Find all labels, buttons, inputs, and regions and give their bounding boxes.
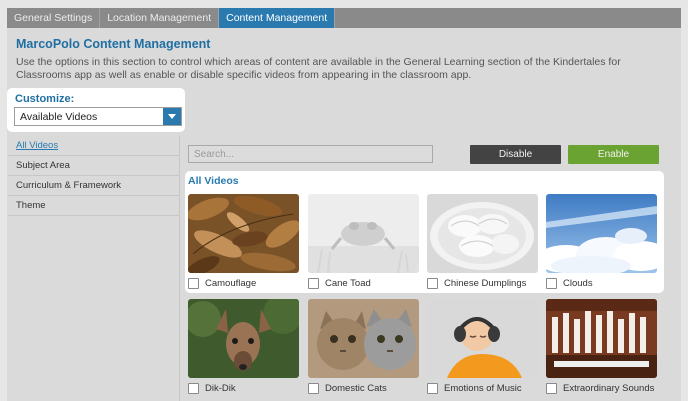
sidebar: All Videos Subject Area Curriculum & Fra… <box>8 136 180 401</box>
tab-bar: General Settings Location Management Con… <box>7 8 681 28</box>
tab-general-settings[interactable]: General Settings <box>7 8 101 28</box>
video-card-clouds[interactable]: Clouds <box>546 194 657 290</box>
camouflage-leaves-image[interactable] <box>188 194 299 273</box>
tab-content-management[interactable]: Content Management <box>219 8 336 28</box>
video-card-dik-dik[interactable]: Dik-Dik <box>188 299 299 395</box>
customize-label: Customize: <box>15 93 75 105</box>
video-card-domestic-cats[interactable]: Domestic Cats <box>308 299 419 395</box>
video-checkbox[interactable] <box>427 278 438 289</box>
tab-location-management[interactable]: Location Management <box>100 8 220 28</box>
enable-button[interactable]: Enable <box>568 145 659 164</box>
page-title: MarcoPolo Content Management <box>16 37 211 51</box>
video-title: Domestic Cats <box>325 383 387 394</box>
video-area: Disable Enable All Videos Camouflage <box>180 136 681 401</box>
video-card-extraordinary-sounds[interactable]: Extraordinary Sounds <box>546 299 657 395</box>
video-checkbox[interactable] <box>427 383 438 394</box>
video-title: Camouflage <box>205 278 257 289</box>
video-card-chinese-dumplings[interactable]: Chinese Dumplings <box>427 194 538 290</box>
video-checkbox[interactable] <box>546 383 557 394</box>
video-title: Chinese Dumplings <box>444 278 527 289</box>
video-card-camouflage[interactable]: Camouflage <box>188 194 299 290</box>
chevron-down-icon[interactable] <box>163 108 181 125</box>
cane-toad-image[interactable] <box>308 194 419 273</box>
section-title: All Videos <box>188 175 239 187</box>
video-card-emotions-of-music[interactable]: Emotions of Music <box>427 299 538 395</box>
sidebar-item-all-videos[interactable]: All Videos <box>8 136 179 156</box>
clouds-sky-image[interactable] <box>546 194 657 273</box>
domestic-cats-image[interactable] <box>308 299 419 378</box>
sidebar-item-theme[interactable]: Theme <box>8 196 179 216</box>
page-description: Use the options in this section to contr… <box>16 56 621 81</box>
pipe-organ-image[interactable] <box>546 299 657 378</box>
video-title: Extraordinary Sounds <box>563 383 655 394</box>
customize-box: Customize: Available Videos <box>7 88 185 132</box>
dik-dik-image[interactable] <box>188 299 299 378</box>
video-title: Cane Toad <box>325 278 371 289</box>
boy-headphones-image[interactable] <box>427 299 538 378</box>
video-checkbox[interactable] <box>308 383 319 394</box>
video-title: Emotions of Music <box>444 383 522 394</box>
video-checkbox[interactable] <box>546 278 557 289</box>
video-title: Clouds <box>563 278 593 289</box>
sidebar-item-curriculum-framework[interactable]: Curriculum & Framework <box>8 176 179 196</box>
customize-selected-value: Available Videos <box>20 111 98 123</box>
chinese-dumplings-image[interactable] <box>427 194 538 273</box>
sidebar-item-subject-area[interactable]: Subject Area <box>8 156 179 176</box>
search-input[interactable] <box>188 145 433 163</box>
video-checkbox[interactable] <box>308 278 319 289</box>
customize-select[interactable]: Available Videos <box>14 107 182 126</box>
disable-button[interactable]: Disable <box>470 145 561 164</box>
video-title: Dik-Dik <box>205 383 236 394</box>
video-card-cane-toad[interactable]: Cane Toad <box>308 194 419 290</box>
video-checkbox[interactable] <box>188 278 199 289</box>
video-checkbox[interactable] <box>188 383 199 394</box>
